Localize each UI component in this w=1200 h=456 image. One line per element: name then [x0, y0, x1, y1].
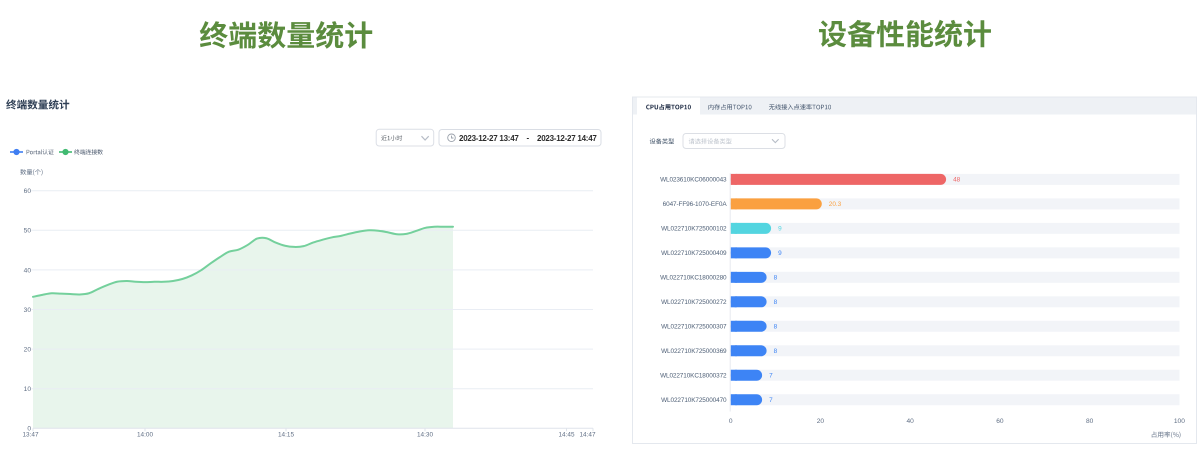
svg-text:0: 0	[729, 418, 733, 425]
svg-text:20: 20	[817, 418, 825, 425]
svg-text:14:45: 14:45	[559, 431, 575, 438]
svg-text:WL022710KC18000372: WL022710KC18000372	[660, 373, 727, 380]
svg-text:WL022710K725000369: WL022710K725000369	[661, 348, 727, 355]
svg-text:50: 50	[24, 228, 32, 235]
svg-text:WL022710K725000272: WL022710K725000272	[661, 299, 727, 306]
svg-text:WL023610KC06000043: WL023610KC06000043	[660, 177, 727, 184]
svg-text:48: 48	[953, 177, 961, 184]
svg-text:100: 100	[1174, 418, 1185, 425]
svg-text:WL022710K725000307: WL022710K725000307	[661, 324, 727, 331]
svg-text:20.3: 20.3	[829, 201, 842, 208]
svg-text:60: 60	[24, 188, 32, 195]
svg-text:13:47: 13:47	[23, 431, 39, 438]
svg-text:30: 30	[24, 307, 32, 314]
svg-text:14:00: 14:00	[137, 431, 153, 438]
svg-text:9: 9	[778, 226, 782, 233]
svg-text:-: -	[527, 134, 530, 143]
svg-text:80: 80	[1086, 418, 1094, 425]
svg-text:60: 60	[996, 418, 1004, 425]
svg-text:WL022710K725000470: WL022710K725000470	[661, 397, 727, 404]
svg-text:6047-FF96-1070-EF0A: 6047-FF96-1070-EF0A	[663, 201, 728, 208]
svg-text:14:30: 14:30	[417, 431, 433, 438]
svg-text:9: 9	[778, 250, 782, 257]
svg-text:8: 8	[774, 299, 778, 306]
svg-text:7: 7	[769, 372, 773, 379]
svg-text:14:47: 14:47	[580, 431, 596, 438]
svg-text:WL022710KC18000280: WL022710KC18000280	[660, 275, 727, 282]
svg-text:WL022710K725000102: WL022710K725000102	[661, 226, 727, 233]
svg-text:WL022710K725000409: WL022710K725000409	[661, 250, 727, 257]
svg-text:10: 10	[24, 386, 32, 393]
svg-text:40: 40	[24, 267, 32, 274]
svg-text:14:15: 14:15	[278, 431, 294, 438]
svg-text:2023-12-27 13:47: 2023-12-27 13:47	[459, 134, 519, 143]
svg-text:40: 40	[907, 418, 915, 425]
svg-text:8: 8	[774, 323, 778, 330]
svg-text:8: 8	[774, 275, 778, 282]
svg-text:2023-12-27 14:47: 2023-12-27 14:47	[537, 134, 597, 143]
svg-text:20: 20	[24, 347, 32, 354]
svg-text:7: 7	[769, 397, 773, 404]
svg-text:8: 8	[774, 348, 778, 355]
